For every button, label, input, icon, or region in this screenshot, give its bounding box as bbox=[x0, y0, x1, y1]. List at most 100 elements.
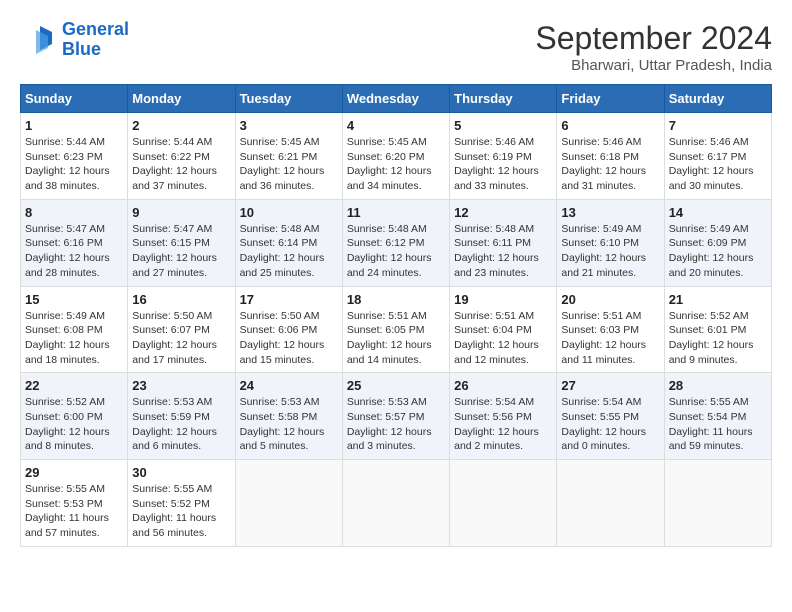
calendar-cell: 18 Sunrise: 5:51 AM Sunset: 6:05 PM Dayli… bbox=[342, 286, 449, 373]
day-number: 22 bbox=[25, 378, 123, 393]
day-number: 10 bbox=[240, 205, 338, 220]
day-detail: Sunrise: 5:45 AM Sunset: 6:20 PM Dayligh… bbox=[347, 135, 445, 194]
calendar-cell: 19 Sunrise: 5:51 AM Sunset: 6:04 PM Dayli… bbox=[450, 286, 557, 373]
day-number: 28 bbox=[669, 378, 767, 393]
day-detail: Sunrise: 5:54 AM Sunset: 5:56 PM Dayligh… bbox=[454, 395, 552, 454]
weekday-header: Wednesday bbox=[342, 85, 449, 113]
day-number: 9 bbox=[132, 205, 230, 220]
calendar-cell: 27Sunrise: 5:54 AM Sunset: 5:55 PM Dayli… bbox=[557, 373, 664, 460]
calendar-week-row: 15 Sunrise: 5:49 AM Sunset: 6:08 PM Dayli… bbox=[21, 286, 772, 373]
calendar-cell: 12Sunrise: 5:48 AM Sunset: 6:11 PM Dayli… bbox=[450, 199, 557, 286]
calendar-cell bbox=[664, 460, 771, 547]
calendar-cell bbox=[235, 460, 342, 547]
calendar-cell: 7 Sunrise: 5:46 AM Sunset: 6:17 PM Daylig… bbox=[664, 113, 771, 200]
day-detail: Sunrise: 5:55 AM Sunset: 5:53 PM Dayligh… bbox=[25, 482, 123, 541]
calendar-cell: 2 Sunrise: 5:44 AM Sunset: 6:22 PM Daylig… bbox=[128, 113, 235, 200]
day-detail: Sunrise: 5:46 AM Sunset: 6:17 PM Dayligh… bbox=[669, 135, 767, 194]
calendar-cell: 9 Sunrise: 5:47 AM Sunset: 6:15 PM Daylig… bbox=[128, 199, 235, 286]
day-detail: Sunrise: 5:50 AM Sunset: 6:06 PM Dayligh… bbox=[240, 309, 338, 368]
day-number: 13 bbox=[561, 205, 659, 220]
day-number: 24 bbox=[240, 378, 338, 393]
day-number: 19 bbox=[454, 292, 552, 307]
day-number: 15 bbox=[25, 292, 123, 307]
calendar-cell: 8Sunrise: 5:47 AM Sunset: 6:16 PM Daylig… bbox=[21, 199, 128, 286]
day-detail: Sunrise: 5:51 AM Sunset: 6:05 PM Dayligh… bbox=[347, 309, 445, 368]
page-subtitle: Bharwari, Uttar Pradesh, India bbox=[535, 57, 772, 74]
calendar-cell: 10 Sunrise: 5:48 AM Sunset: 6:14 PM Dayli… bbox=[235, 199, 342, 286]
calendar-cell: 20 Sunrise: 5:51 AM Sunset: 6:03 PM Dayli… bbox=[557, 286, 664, 373]
weekday-header: Friday bbox=[557, 85, 664, 113]
calendar-week-row: 22Sunrise: 5:52 AM Sunset: 6:00 PM Dayli… bbox=[21, 373, 772, 460]
day-detail: Sunrise: 5:51 AM Sunset: 6:04 PM Dayligh… bbox=[454, 309, 552, 368]
calendar-cell: 29 Sunrise: 5:55 AM Sunset: 5:53 PM Dayli… bbox=[21, 460, 128, 547]
calendar-cell: 28 Sunrise: 5:55 AM Sunset: 5:54 PM Dayli… bbox=[664, 373, 771, 460]
day-detail: Sunrise: 5:48 AM Sunset: 6:11 PM Dayligh… bbox=[454, 222, 552, 281]
day-number: 20 bbox=[561, 292, 659, 307]
weekday-header: Sunday bbox=[21, 85, 128, 113]
day-detail: Sunrise: 5:49 AM Sunset: 6:10 PM Dayligh… bbox=[561, 222, 659, 281]
day-detail: Sunrise: 5:49 AM Sunset: 6:08 PM Dayligh… bbox=[25, 309, 123, 368]
calendar-cell: 17Sunrise: 5:50 AM Sunset: 6:06 PM Dayli… bbox=[235, 286, 342, 373]
header: General Blue September 2024 Bharwari, Ut… bbox=[20, 20, 772, 74]
page-title: September 2024 bbox=[535, 20, 772, 57]
day-detail: Sunrise: 5:45 AM Sunset: 6:21 PM Dayligh… bbox=[240, 135, 338, 194]
day-detail: Sunrise: 5:46 AM Sunset: 6:18 PM Dayligh… bbox=[561, 135, 659, 194]
day-detail: Sunrise: 5:48 AM Sunset: 6:14 PM Dayligh… bbox=[240, 222, 338, 281]
day-number: 2 bbox=[132, 118, 230, 133]
logo-line2: Blue bbox=[62, 39, 101, 59]
calendar-cell bbox=[450, 460, 557, 547]
day-number: 27 bbox=[561, 378, 659, 393]
day-detail: Sunrise: 5:44 AM Sunset: 6:23 PM Dayligh… bbox=[25, 135, 123, 194]
calendar-cell bbox=[557, 460, 664, 547]
calendar-cell: 5Sunrise: 5:46 AM Sunset: 6:19 PM Daylig… bbox=[450, 113, 557, 200]
calendar-cell: 26 Sunrise: 5:54 AM Sunset: 5:56 PM Dayli… bbox=[450, 373, 557, 460]
day-detail: Sunrise: 5:53 AM Sunset: 5:57 PM Dayligh… bbox=[347, 395, 445, 454]
day-number: 5 bbox=[454, 118, 552, 133]
day-detail: Sunrise: 5:47 AM Sunset: 6:15 PM Dayligh… bbox=[132, 222, 230, 281]
day-number: 3 bbox=[240, 118, 338, 133]
calendar-cell: 1 Sunrise: 5:44 AM Sunset: 6:23 PM Daylig… bbox=[21, 113, 128, 200]
weekday-header: Saturday bbox=[664, 85, 771, 113]
day-detail: Sunrise: 5:51 AM Sunset: 6:03 PM Dayligh… bbox=[561, 309, 659, 368]
calendar-cell: 23 Sunrise: 5:53 AM Sunset: 5:59 PM Dayli… bbox=[128, 373, 235, 460]
weekday-header: Thursday bbox=[450, 85, 557, 113]
calendar-cell: 3 Sunrise: 5:45 AM Sunset: 6:21 PM Daylig… bbox=[235, 113, 342, 200]
calendar-cell bbox=[342, 460, 449, 547]
calendar-header: SundayMondayTuesdayWednesdayThursdayFrid… bbox=[21, 85, 772, 113]
day-number: 26 bbox=[454, 378, 552, 393]
calendar-cell: 14Sunrise: 5:49 AM Sunset: 6:09 PM Dayli… bbox=[664, 199, 771, 286]
calendar-cell: 6 Sunrise: 5:46 AM Sunset: 6:18 PM Daylig… bbox=[557, 113, 664, 200]
weekday-header: Monday bbox=[128, 85, 235, 113]
day-number: 16 bbox=[132, 292, 230, 307]
logo-line1: General bbox=[62, 19, 129, 39]
title-area: September 2024 Bharwari, Uttar Pradesh, … bbox=[535, 20, 772, 74]
day-number: 6 bbox=[561, 118, 659, 133]
calendar-header-row: SundayMondayTuesdayWednesdayThursdayFrid… bbox=[21, 85, 772, 113]
day-detail: Sunrise: 5:44 AM Sunset: 6:22 PM Dayligh… bbox=[132, 135, 230, 194]
calendar-cell: 22Sunrise: 5:52 AM Sunset: 6:00 PM Dayli… bbox=[21, 373, 128, 460]
day-number: 1 bbox=[25, 118, 123, 133]
day-number: 29 bbox=[25, 465, 123, 480]
day-detail: Sunrise: 5:55 AM Sunset: 5:52 PM Dayligh… bbox=[132, 482, 230, 541]
calendar-cell: 16 Sunrise: 5:50 AM Sunset: 6:07 PM Dayli… bbox=[128, 286, 235, 373]
calendar-cell: 11Sunrise: 5:48 AM Sunset: 6:12 PM Dayli… bbox=[342, 199, 449, 286]
calendar-cell: 21Sunrise: 5:52 AM Sunset: 6:01 PM Dayli… bbox=[664, 286, 771, 373]
day-number: 30 bbox=[132, 465, 230, 480]
weekday-header: Tuesday bbox=[235, 85, 342, 113]
day-number: 21 bbox=[669, 292, 767, 307]
day-detail: Sunrise: 5:49 AM Sunset: 6:09 PM Dayligh… bbox=[669, 222, 767, 281]
day-number: 18 bbox=[347, 292, 445, 307]
logo-text: General Blue bbox=[62, 20, 129, 60]
day-detail: Sunrise: 5:53 AM Sunset: 5:59 PM Dayligh… bbox=[132, 395, 230, 454]
day-detail: Sunrise: 5:50 AM Sunset: 6:07 PM Dayligh… bbox=[132, 309, 230, 368]
calendar-cell: 30 Sunrise: 5:55 AM Sunset: 5:52 PM Dayli… bbox=[128, 460, 235, 547]
day-number: 11 bbox=[347, 205, 445, 220]
day-detail: Sunrise: 5:55 AM Sunset: 5:54 PM Dayligh… bbox=[669, 395, 767, 454]
day-detail: Sunrise: 5:47 AM Sunset: 6:16 PM Dayligh… bbox=[25, 222, 123, 281]
calendar-week-row: 8Sunrise: 5:47 AM Sunset: 6:16 PM Daylig… bbox=[21, 199, 772, 286]
day-number: 7 bbox=[669, 118, 767, 133]
calendar-cell: 4Sunrise: 5:45 AM Sunset: 6:20 PM Daylig… bbox=[342, 113, 449, 200]
day-detail: Sunrise: 5:53 AM Sunset: 5:58 PM Dayligh… bbox=[240, 395, 338, 454]
calendar-week-row: 1 Sunrise: 5:44 AM Sunset: 6:23 PM Daylig… bbox=[21, 113, 772, 200]
day-number: 23 bbox=[132, 378, 230, 393]
